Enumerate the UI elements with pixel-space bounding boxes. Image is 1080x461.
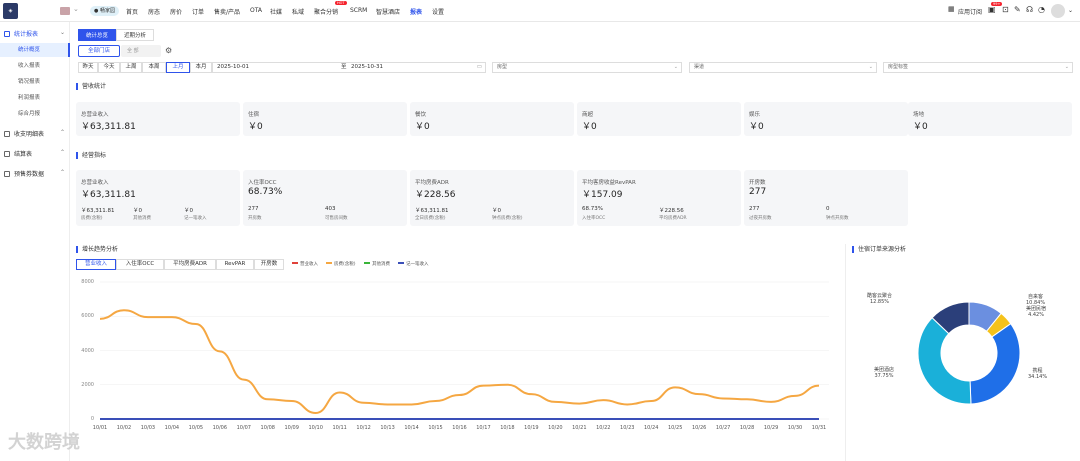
donut-slice-携程[interactable] (969, 323, 1021, 405)
donut-slice-美团酒店[interactable] (917, 317, 972, 405)
pie-label-pct: 12.85% (869, 299, 890, 305)
source-donut-chart (917, 301, 1021, 405)
pie-label-pct: 37.75% (874, 373, 894, 379)
pie-label-pct: 4.42% (1028, 312, 1044, 318)
pie-label-ctrip: 携程 34.14% (1028, 368, 1047, 380)
pie-label-pct: 34.14% (1028, 374, 1048, 380)
watermark-text: 大数跨境 (8, 432, 80, 453)
pie-label-meituan-hotel: 美团酒店 37.75% (874, 367, 894, 379)
pie-label-walkin: 自来客 10.84% (1026, 294, 1045, 306)
pie-label-kuke: 酷客云聚合 12.85% (867, 293, 892, 305)
pie-label-meituan-bnb: 美团民宿 4.42% (1026, 306, 1046, 318)
